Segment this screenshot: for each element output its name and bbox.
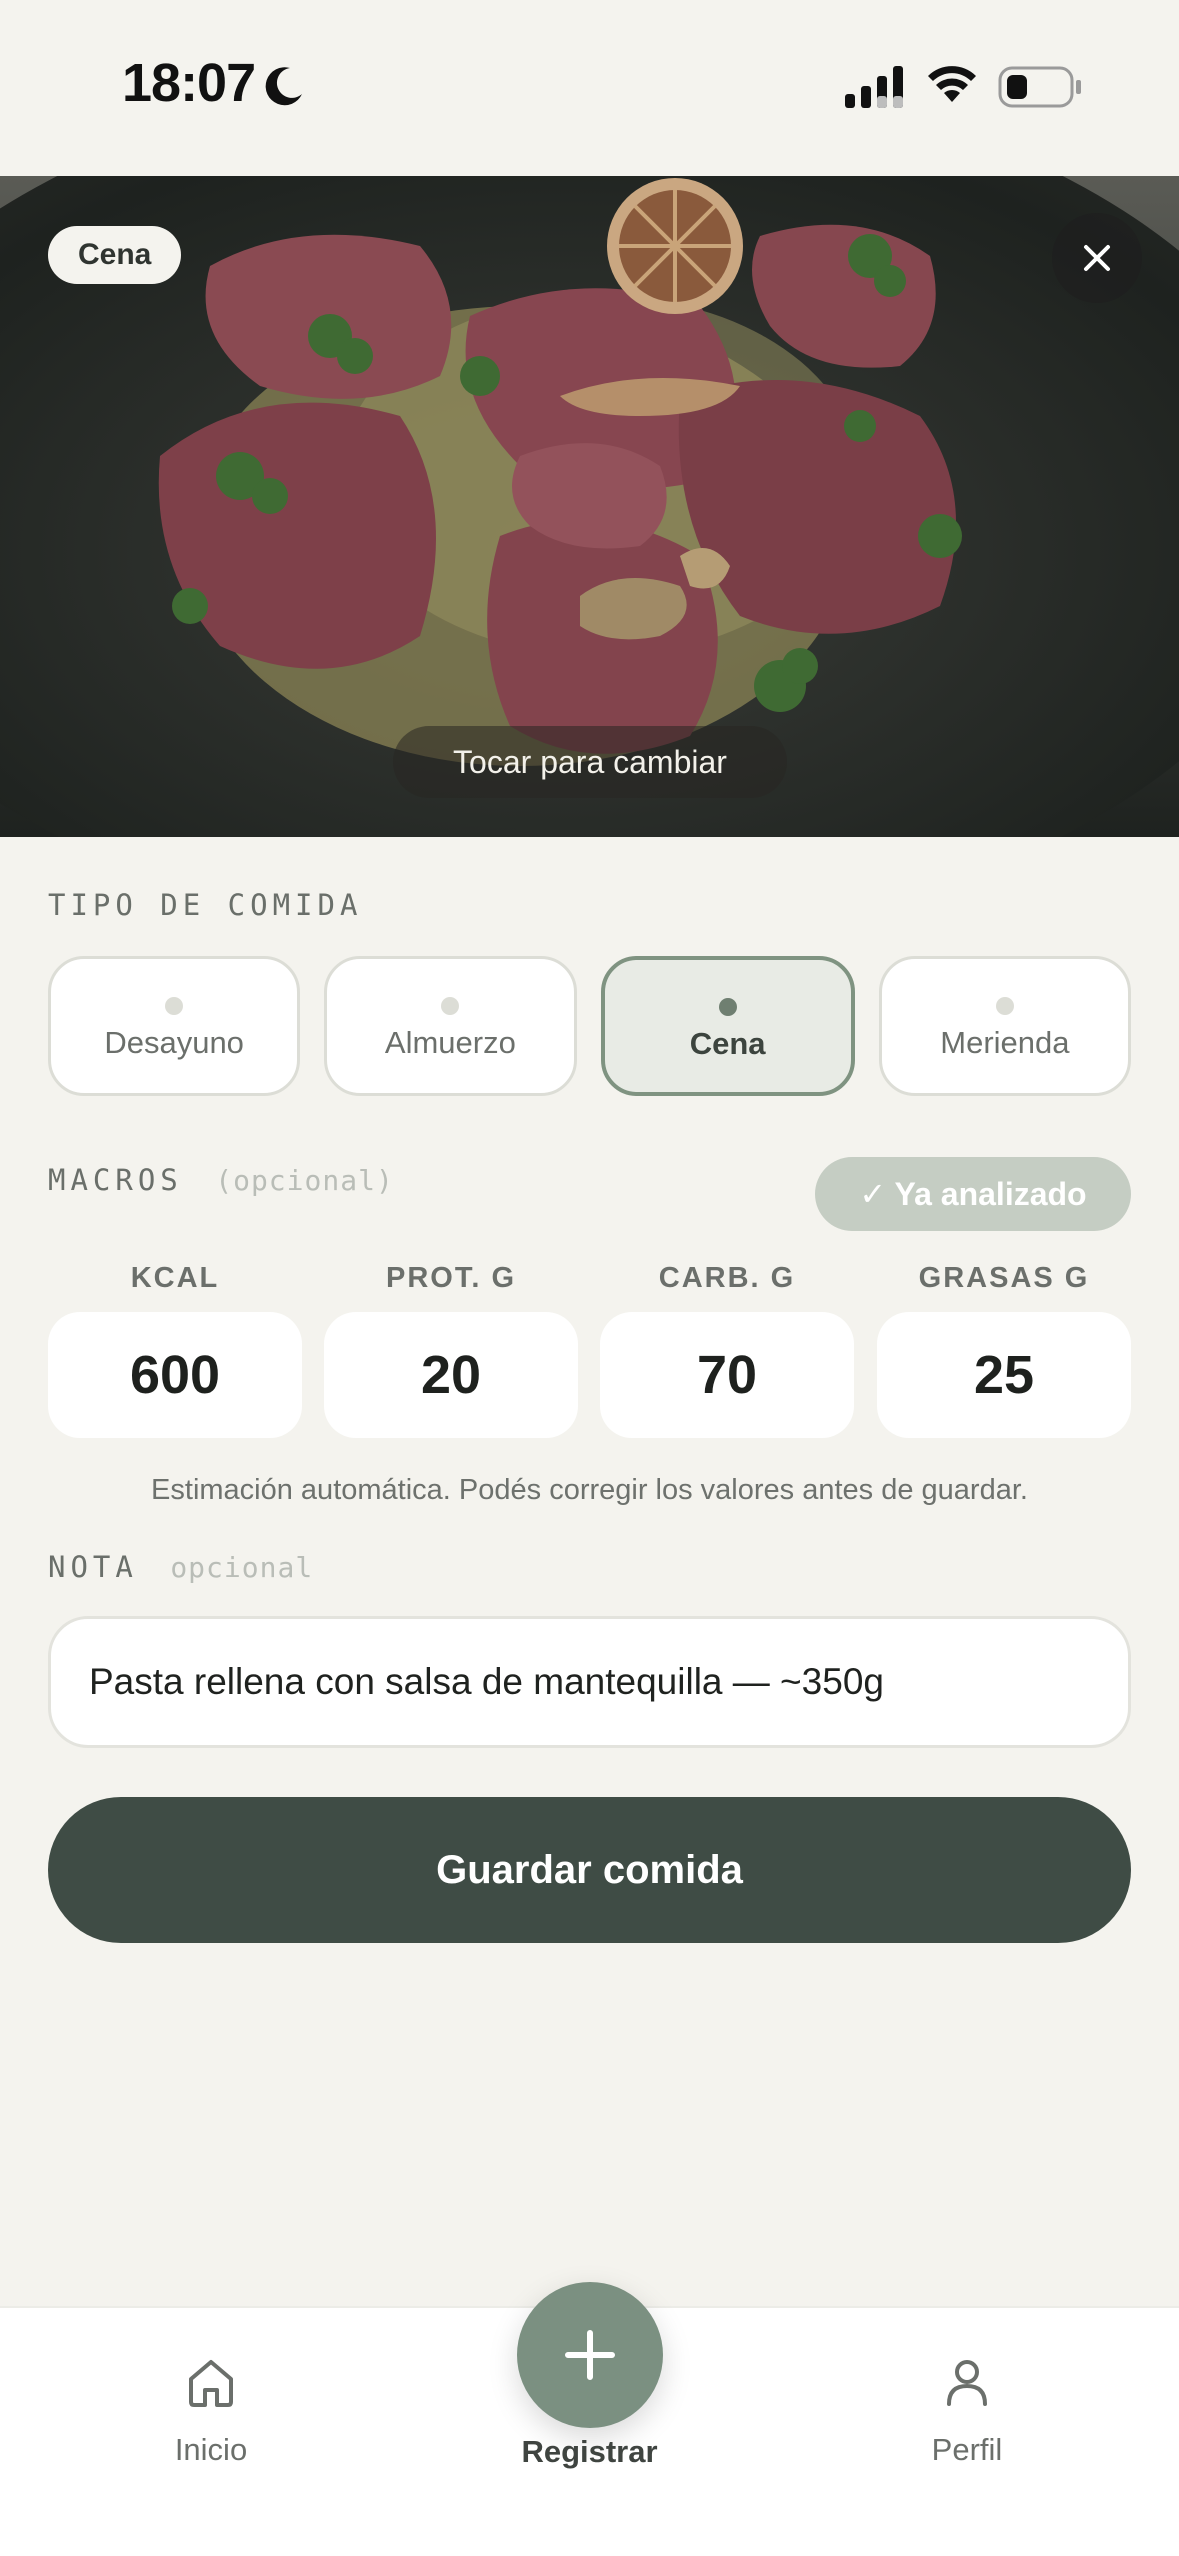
- radio-dot: [165, 997, 184, 1015]
- person-icon: [947, 2360, 987, 2406]
- close-icon: [1084, 245, 1110, 271]
- meal-photo[interactable]: Cena Tocar para cambiar: [0, 176, 1179, 837]
- macro-label-kcal: KCAL: [130, 1262, 220, 1294]
- macros-hint: Estimación automática. Podés corregir lo…: [151, 1474, 1028, 1506]
- meal-option-cena[interactable]: Cena: [600, 956, 855, 1096]
- log-meal-screen: 18:07 Cena Tocar para cambiar TIPO DE CO…: [0, 0, 1179, 2556]
- meal-option-label: Desayuno: [104, 1025, 244, 1060]
- macros-label: MACROS (opcional): [48, 1163, 394, 1197]
- meal-option-almuerzo[interactable]: Almuerzo: [324, 956, 577, 1096]
- meal-option-label: Cena: [689, 1026, 766, 1061]
- radio-dot: [441, 997, 460, 1015]
- meal-option-merienda[interactable]: Merienda: [878, 956, 1131, 1096]
- analyzed-badge: ✓ Ya analizado: [815, 1157, 1131, 1231]
- macros-optional: (opcional): [215, 1164, 394, 1197]
- home-icon: [189, 2360, 233, 2407]
- fat-input[interactable]: 25: [877, 1312, 1131, 1438]
- wifi-icon: [928, 66, 976, 102]
- save-meal-button[interactable]: Guardar comida: [48, 1797, 1131, 1943]
- macro-label-carbs: CARB. G: [658, 1262, 796, 1294]
- moon-icon: [265, 67, 302, 106]
- status-time: 18:07: [122, 53, 256, 113]
- tab-register-label: Registrar: [521, 2434, 658, 2469]
- close-button[interactable]: [1052, 213, 1142, 303]
- kcal-input[interactable]: 600: [48, 1312, 302, 1438]
- note-title: NOTA: [48, 1550, 138, 1584]
- meal-type-chip: Cena: [48, 226, 182, 284]
- meal-option-label: Merienda: [940, 1025, 1070, 1060]
- macro-label-fat: GRASAS G: [918, 1262, 1090, 1294]
- meal-option-label: Almuerzo: [384, 1025, 516, 1060]
- change-photo-hint[interactable]: Tocar para cambiar: [393, 726, 787, 798]
- macro-label-protein: PROT. G: [385, 1262, 516, 1294]
- note-label: NOTA opcional: [48, 1550, 313, 1584]
- radio-dot: [718, 998, 737, 1016]
- carbs-input[interactable]: 70: [600, 1312, 854, 1438]
- signal-icon: [845, 66, 903, 108]
- plus-icon: [565, 2330, 615, 2380]
- meal-type-label: TIPO DE COMIDA: [48, 888, 363, 922]
- radio-dot: [995, 997, 1014, 1015]
- protein-input[interactable]: 20: [324, 1312, 578, 1438]
- macros-title: MACROS: [48, 1163, 183, 1197]
- meal-type-selector: Desayuno Almuerzo Cena Merienda: [48, 956, 1131, 1096]
- meal-option-desayuno[interactable]: Desayuno: [48, 956, 301, 1096]
- status-bar: 18:07: [0, 0, 1179, 176]
- note-optional: opcional: [170, 1551, 314, 1584]
- battery-icon: [998, 66, 1081, 108]
- note-input[interactable]: Pasta rellena con salsa de mantequilla —…: [48, 1616, 1131, 1748]
- register-button[interactable]: [517, 2282, 663, 2428]
